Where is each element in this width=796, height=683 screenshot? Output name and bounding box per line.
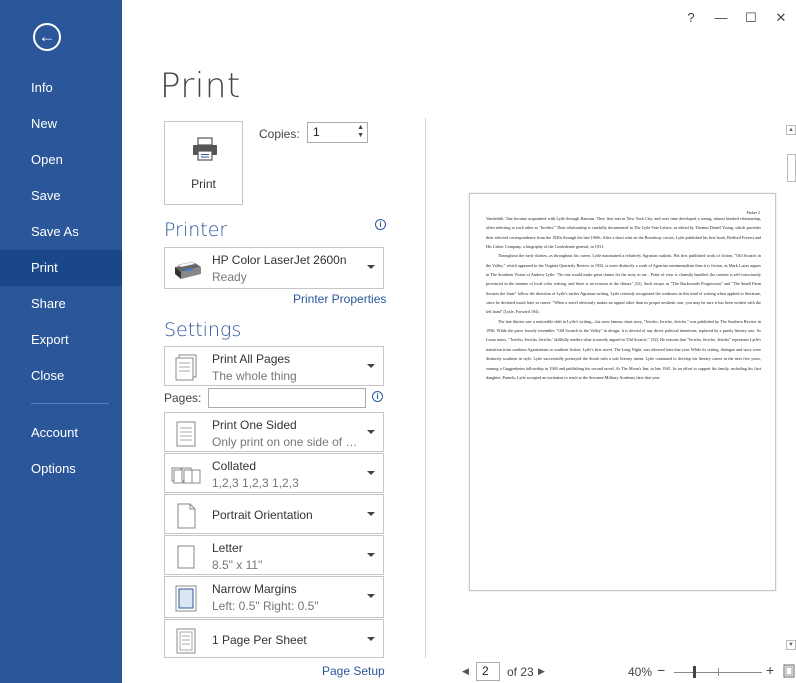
copies-label: Copies: — [259, 127, 300, 141]
chevron-down-icon — [367, 265, 375, 269]
sidebar-item-new[interactable]: New — [0, 106, 122, 142]
zoom-in-button[interactable]: + — [766, 662, 774, 678]
backstage-sidebar: ← Info New Open Save Save As Print Share… — [0, 0, 122, 683]
margins-dropdown[interactable]: Narrow Margins Left: 0.5" Right: 0.5" — [164, 576, 384, 618]
portrait-icon — [177, 503, 196, 529]
printer-device-icon — [175, 261, 201, 279]
printer-dropdown[interactable]: HP Color LaserJet 2600n Ready — [164, 247, 384, 289]
one-sided-icon — [176, 421, 196, 447]
sidebar-item-options[interactable]: Options — [0, 451, 122, 487]
sidebar-item-info[interactable]: Info — [0, 70, 122, 106]
minimize-button[interactable]: — — [706, 5, 736, 31]
pages-field[interactable] — [208, 388, 366, 408]
settings-heading: Settings — [164, 319, 242, 341]
previous-page-icon[interactable]: ◀ — [462, 666, 469, 677]
print-range-description: The whole thing — [212, 369, 297, 383]
paper-size-value: Letter — [212, 541, 243, 555]
print-button[interactable]: Print — [164, 121, 243, 205]
back-arrow-icon[interactable]: ← — [33, 23, 61, 51]
close-button[interactable]: ✕ — [766, 5, 796, 31]
collated-icon — [171, 467, 201, 484]
print-preview-page: Parker 2 Vanderbilt. Tate became acquain… — [469, 193, 776, 591]
sidebar-item-open[interactable]: Open — [0, 142, 122, 178]
collation-value: Collated — [212, 459, 257, 473]
margins-icon — [175, 585, 197, 612]
page-title: Print — [160, 66, 241, 106]
zoom-to-page-icon[interactable] — [783, 664, 795, 678]
paragraph: Throughout the early thirties, as throug… — [486, 253, 761, 315]
info-icon[interactable]: i — [372, 391, 383, 402]
chevron-down-icon — [367, 430, 375, 434]
scroll-thumb[interactable] — [787, 154, 796, 182]
sidebar-divider — [31, 403, 109, 404]
chevron-down-icon — [367, 512, 375, 516]
sides-dropdown[interactable]: Print One Sided Only print on one side o… — [164, 412, 384, 452]
zoom-level: 40% — [628, 665, 653, 679]
orientation-value: Portrait Orientation — [212, 508, 313, 522]
info-icon[interactable]: i — [375, 219, 386, 230]
scroll-up-icon[interactable]: ▲ — [786, 125, 796, 135]
print-range-dropdown[interactable]: Print All Pages The whole thing — [164, 346, 384, 386]
pages-label: Pages: — [164, 391, 202, 405]
help-button[interactable]: ? — [676, 5, 706, 31]
pages-icon — [175, 354, 197, 381]
preview-scrollbar[interactable]: ▲ ▼ — [786, 118, 796, 655]
printer-heading: Printer — [164, 219, 228, 241]
paper-size-description: 8.5" x 11" — [212, 558, 263, 572]
chevron-down-icon — [367, 471, 375, 475]
sidebar-item-save-as[interactable]: Save As — [0, 214, 122, 250]
printer-status: Ready — [212, 270, 247, 284]
sidebar-item-close[interactable]: Close — [0, 358, 122, 394]
paper-size-icon — [177, 545, 195, 569]
printer-name: HP Color LaserJet 2600n — [212, 253, 347, 267]
sides-value: Print One Sided — [212, 418, 297, 432]
collation-description: 1,2,3 1,2,3 1,2,3 — [212, 476, 299, 490]
sidebar-item-export[interactable]: Export — [0, 322, 122, 358]
sidebar-item-save[interactable]: Save — [0, 178, 122, 214]
chevron-down-icon — [367, 364, 375, 368]
zoom-center-tick — [718, 668, 719, 676]
printer-icon — [193, 137, 217, 161]
paragraph: The late thirties saw a noticeable shift… — [486, 318, 761, 380]
copies-spinner[interactable]: ▲ ▼ — [357, 124, 364, 140]
margins-value: Narrow Margins — [212, 582, 297, 596]
chevron-down-icon — [367, 553, 375, 557]
maximize-button[interactable]: ☐ — [736, 5, 766, 31]
page-number-field[interactable]: 2 — [476, 662, 500, 681]
pages-per-sheet-value: 1 Page Per Sheet — [212, 633, 307, 647]
window-controls: ? — ☐ ✕ — [676, 5, 796, 31]
page-setup-link[interactable]: Page Setup — [322, 664, 385, 678]
scroll-down-icon[interactable]: ▼ — [786, 640, 796, 650]
panel-divider — [425, 118, 426, 658]
chevron-down-icon — [367, 594, 375, 598]
print-range-value: Print All Pages — [212, 352, 291, 366]
page-body: Vanderbilt. Tate became acquainted with … — [486, 214, 761, 382]
paragraph: Vanderbilt. Tate became acquainted with … — [486, 216, 761, 250]
sidebar-item-account[interactable]: Account — [0, 415, 122, 451]
next-page-icon[interactable]: ▶ — [538, 666, 545, 677]
orientation-dropdown[interactable]: Portrait Orientation — [164, 494, 384, 534]
collation-dropdown[interactable]: Collated 1,2,3 1,2,3 1,2,3 — [164, 453, 384, 493]
copies-field[interactable]: 1 ▲ ▼ — [307, 122, 368, 143]
copies-value: 1 — [313, 125, 320, 139]
printer-properties-link[interactable]: Printer Properties — [293, 292, 386, 306]
paper-size-dropdown[interactable]: Letter 8.5" x 11" — [164, 535, 384, 575]
zoom-out-button[interactable]: − — [657, 662, 665, 678]
margins-description: Left: 0.5" Right: 0.5" — [212, 599, 319, 613]
chevron-down-icon — [367, 637, 375, 641]
sidebar-item-print[interactable]: Print — [0, 250, 122, 286]
sides-description: Only print on one side of th... — [212, 435, 358, 449]
sidebar-item-share[interactable]: Share — [0, 286, 122, 322]
pages-per-sheet-icon — [176, 628, 196, 654]
print-button-label: Print — [191, 177, 216, 191]
pages-per-sheet-dropdown[interactable]: 1 Page Per Sheet — [164, 619, 384, 658]
page-count: of 23 — [507, 665, 534, 679]
zoom-slider-thumb[interactable] — [693, 666, 696, 678]
